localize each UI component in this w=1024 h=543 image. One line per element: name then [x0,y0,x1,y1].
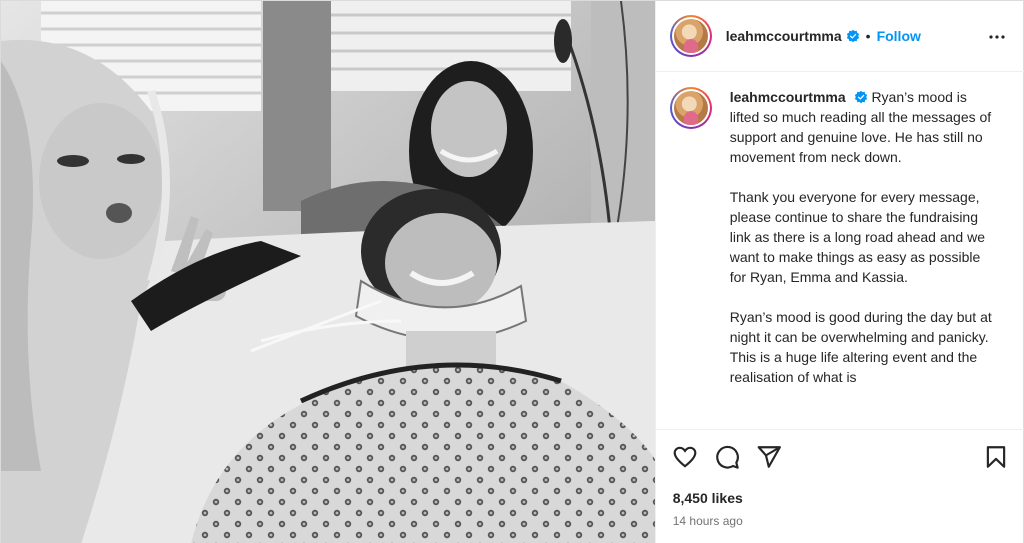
more-options-icon[interactable] [985,25,1009,49]
heart-icon[interactable] [672,444,698,470]
caption-paragraph: Thank you everyone for every message, pl… [729,189,985,285]
photo-illustration [1,1,655,543]
caption-story-ring[interactable] [669,87,712,129]
post-timestamp[interactable]: 14 hours ago [673,514,743,528]
caption-username-link[interactable]: leahmccourtmma [730,89,846,105]
caption-avatar[interactable] [673,91,708,125]
separator-dot: • [865,28,871,44]
caption-paragraph: Ryan’s mood is good during the day but a… [729,309,992,385]
post-photo[interactable] [1,1,655,543]
likes-count[interactable]: 8,450 likes [673,490,743,506]
story-ring[interactable] [669,15,712,57]
avatar[interactable] [673,19,708,53]
post-sidebar: leahmccourtmma • Follow leahmccourtmma R… [654,1,1024,543]
caption-text: leahmccourtmma Ryan’s mood is lifted so … [730,87,1000,429]
post-header: leahmccourtmma • Follow [655,1,1024,72]
verified-badge-icon [846,29,859,43]
verified-badge-icon [854,90,867,104]
bookmark-icon[interactable] [983,444,1009,470]
username-link[interactable]: leahmccourtmma [726,28,842,44]
instagram-post: leahmccourtmma • Follow leahmccourtmma R… [0,0,1024,543]
caption-area: leahmccourtmma Ryan’s mood is lifted so … [656,73,1024,429]
follow-button[interactable]: Follow [877,28,921,44]
share-icon[interactable] [756,444,782,470]
post-actions: 8,450 likes 14 hours ago [655,429,1024,543]
comment-icon[interactable] [714,444,740,470]
